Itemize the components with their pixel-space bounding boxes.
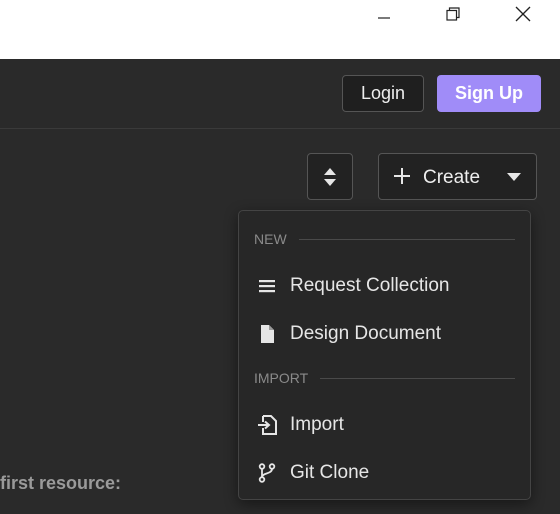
menu-item-request-collection[interactable]: Request Collection (240, 266, 529, 306)
close-button[interactable] (500, 0, 546, 28)
chevron-down-icon (507, 173, 521, 181)
section-label-new: NEW (254, 231, 287, 247)
minimize-icon (378, 17, 390, 19)
empty-state-hint: first resource: (0, 473, 122, 493)
menu-item-label: Import (290, 414, 344, 435)
menu-item-import[interactable]: Import (240, 405, 529, 445)
close-icon (515, 6, 531, 22)
menu-item-design-document[interactable]: Design Document (240, 314, 529, 354)
sort-icon (324, 167, 336, 186)
login-button[interactable]: Login (342, 75, 424, 112)
section-header-import: IMPORT (254, 370, 515, 386)
create-dropdown-menu: NEW Request Collection Design Document I… (238, 210, 531, 500)
app-header: Login Sign Up (0, 59, 560, 129)
section-label-import: IMPORT (254, 370, 309, 386)
import-icon (256, 414, 278, 436)
git-branch-icon (256, 462, 278, 484)
sort-button[interactable] (307, 153, 353, 200)
menu-item-label: Request Collection (290, 275, 450, 296)
window-title-bar (0, 0, 560, 59)
menu-item-label: Design Document (290, 323, 442, 344)
list-icon (256, 275, 278, 297)
minimize-button[interactable] (361, 0, 407, 28)
menu-item-git-clone[interactable]: Git Clone (240, 453, 529, 493)
menu-item-label: Git Clone (290, 462, 370, 483)
sign-up-button[interactable]: Sign Up (437, 75, 541, 112)
divider (298, 238, 515, 240)
create-button[interactable]: Create (378, 153, 537, 200)
divider (320, 377, 515, 379)
main-content: Create first resource: NEW Request Colle… (0, 129, 560, 514)
plus-icon (394, 168, 410, 184)
section-header-new: NEW (254, 231, 515, 247)
document-icon (256, 323, 278, 345)
create-label: Create (423, 167, 481, 188)
restore-icon (446, 7, 460, 21)
restore-button[interactable] (430, 0, 476, 28)
